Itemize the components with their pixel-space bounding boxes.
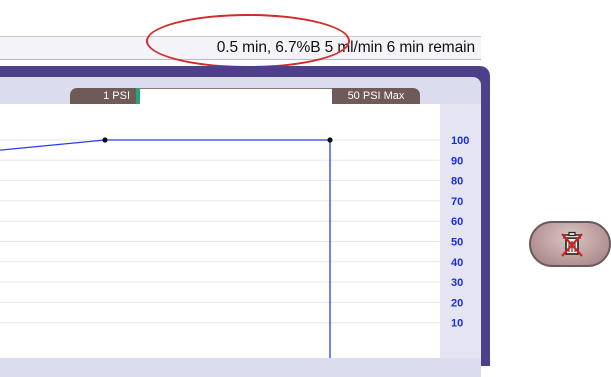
pressure-gauge: 1 PSI 50 PSI Max	[70, 88, 420, 104]
pressure-current-label: 1 PSI	[70, 88, 136, 104]
y-tick-label: 60	[451, 216, 463, 228]
y-tick-label: 40	[451, 257, 463, 269]
y-tick-label: 80	[451, 176, 463, 188]
delete-trash-icon	[561, 231, 583, 257]
pressure-track	[140, 88, 332, 104]
y-tick-label: 100	[451, 135, 469, 147]
y-tick-label: 50	[451, 237, 463, 249]
y-tick-label: 30	[451, 277, 463, 289]
gradient-point-marker[interactable]	[327, 137, 333, 143]
y-tick-label: 10	[451, 318, 463, 330]
y-tick-label: 20	[451, 297, 463, 309]
pressure-max-label: 50 PSI Max	[332, 88, 420, 104]
y-tick-label: 70	[451, 196, 463, 208]
gradient-chart: 100 90 80 70 60 50 40 30 20 10	[0, 135, 469, 358]
delete-button[interactable]	[529, 221, 611, 267]
gradient-point-marker[interactable]	[102, 137, 108, 143]
gradient-series-line	[0, 139, 331, 358]
y-tick-label: 90	[451, 155, 463, 167]
highlight-ellipse	[146, 14, 350, 68]
